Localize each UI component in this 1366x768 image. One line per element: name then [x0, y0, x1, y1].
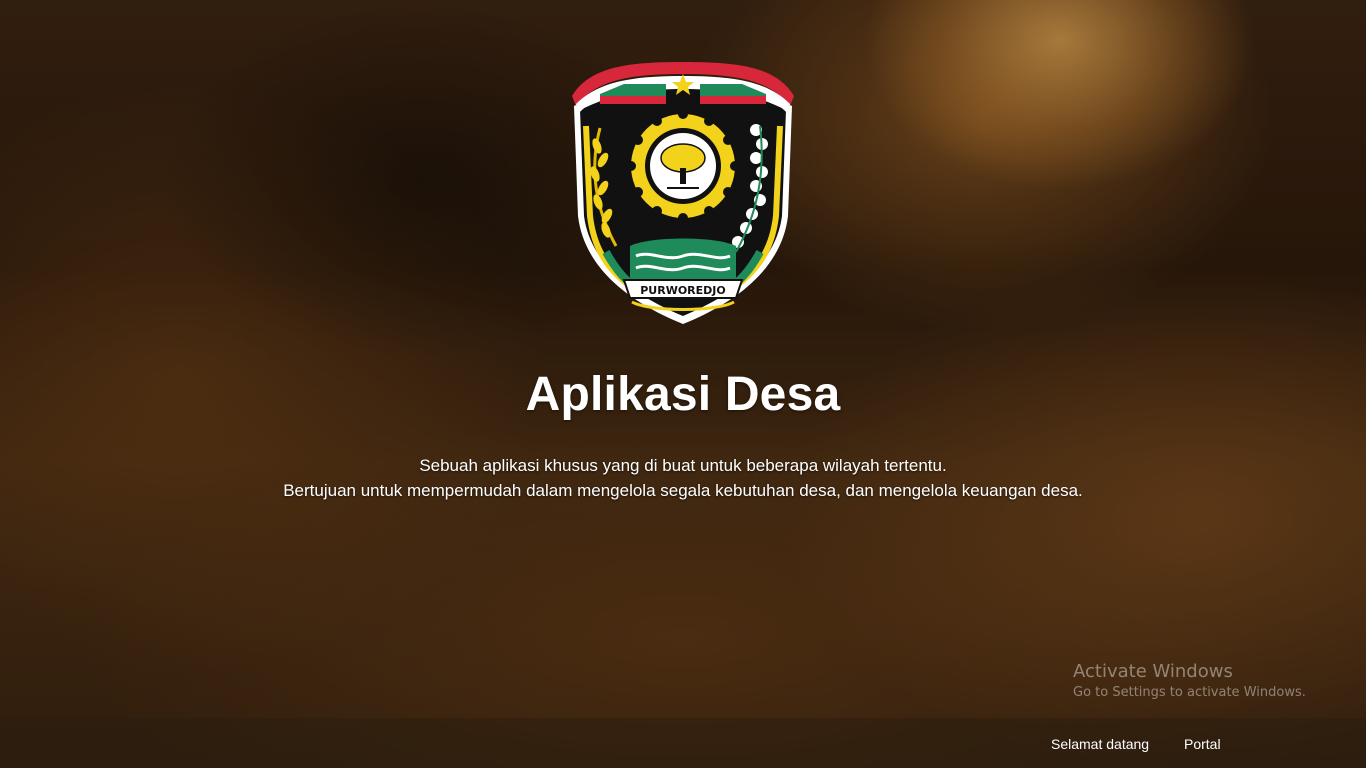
watermark-subtitle: Go to Settings to activate Windows. — [1073, 685, 1306, 700]
footer-nav: Selamat datang Portal — [0, 718, 1366, 768]
emblem-icon: PURWOREDJO — [572, 62, 794, 324]
description-line-2: Bertujuan untuk mempermudah dalam mengel… — [283, 481, 1083, 500]
watermark-title: Activate Windows — [1073, 661, 1233, 682]
nav-link-portal[interactable]: Portal — [1184, 735, 1221, 753]
emblem-logo: PURWOREDJO — [570, 56, 796, 328]
nav-link-selamat-datang[interactable]: Selamat datang — [1051, 735, 1149, 753]
description-line-1: Sebuah aplikasi khusus yang di buat untu… — [419, 456, 947, 475]
activate-windows-watermark: Activate Windows Go to Settings to activ… — [1073, 660, 1306, 702]
emblem-logo-text: PURWOREDJO — [640, 284, 726, 297]
page-title: Aplikasi Desa — [525, 368, 841, 421]
hero-description: Sebuah aplikasi khusus yang di buat untu… — [0, 453, 1366, 503]
